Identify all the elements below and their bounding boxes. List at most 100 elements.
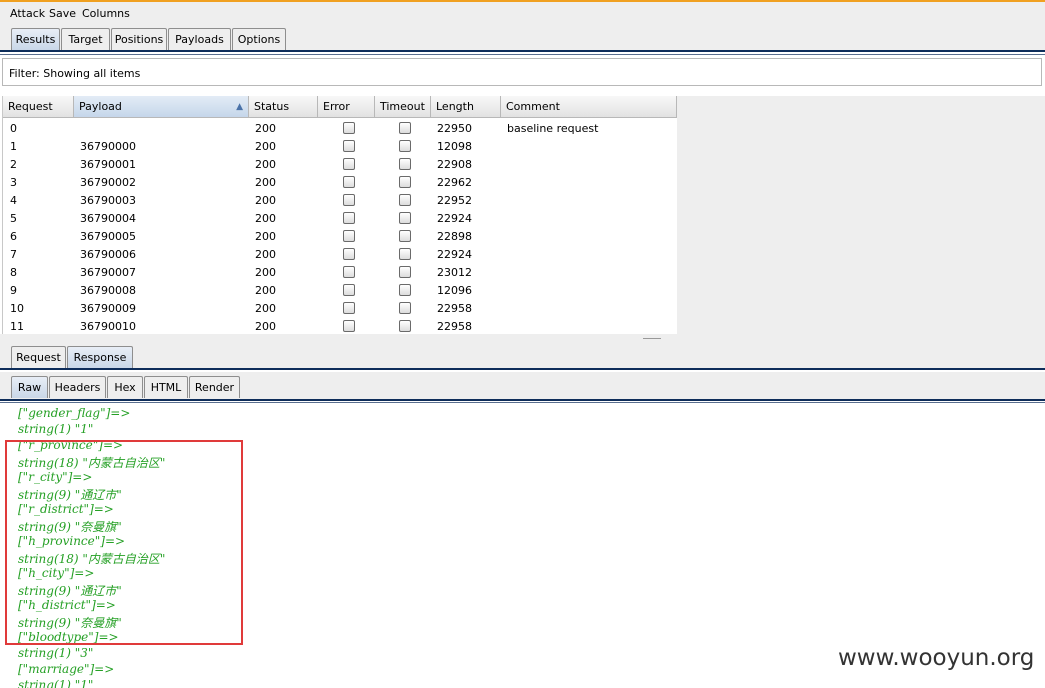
table-row[interactable]: 1 36790000 200 12098 [3, 137, 677, 155]
col-header-request[interactable]: Request [3, 96, 74, 118]
table-row[interactable]: 11 36790010 200 22958 [3, 317, 677, 335]
cell-error-checkbox [343, 176, 355, 188]
tab-headers[interactable]: Headers [49, 376, 106, 398]
col-header-payload[interactable]: Payload ▲ [74, 96, 249, 118]
tab-underline [0, 50, 1045, 52]
cell-payload: 36790002 [80, 176, 136, 189]
cell-request: 11 [10, 320, 24, 333]
tab-options[interactable]: Options [232, 28, 286, 50]
cell-request: 7 [10, 248, 17, 261]
cell-request: 6 [10, 230, 17, 243]
cell-error-checkbox [343, 212, 355, 224]
cell-timeout-checkbox [399, 212, 411, 224]
tab-hex[interactable]: Hex [107, 376, 143, 398]
watermark: www.wooyun.org [838, 645, 1035, 671]
cell-status: 200 [255, 122, 276, 135]
cell-status: 200 [255, 176, 276, 189]
cell-timeout-checkbox [399, 248, 411, 260]
tab-underline-secondary [0, 54, 1045, 55]
cell-timeout-checkbox [399, 194, 411, 206]
filter-bar[interactable]: Filter: Showing all items [2, 58, 1042, 86]
col-header-length[interactable]: Length [431, 96, 501, 118]
cell-payload: 36790001 [80, 158, 136, 171]
results-pane: Request Payload ▲ Status Error Timeout L… [2, 96, 1045, 334]
cell-status: 200 [255, 320, 276, 333]
tab-raw[interactable]: Raw [11, 376, 48, 398]
cell-timeout-checkbox [399, 284, 411, 296]
cell-timeout-checkbox [399, 302, 411, 314]
cell-length: 22958 [437, 302, 472, 315]
table-row[interactable]: 3 36790002 200 22962 [3, 173, 677, 191]
cell-error-checkbox [343, 248, 355, 260]
cell-request: 10 [10, 302, 24, 315]
cell-length: 22898 [437, 230, 472, 243]
cell-status: 200 [255, 194, 276, 207]
tab-target[interactable]: Target [61, 28, 110, 50]
col-header-timeout[interactable]: Timeout [375, 96, 431, 118]
menu-attack[interactable]: Attack [10, 7, 45, 20]
view-tab-underline [0, 399, 1045, 401]
table-row[interactable]: 7 36790006 200 22924 [3, 245, 677, 263]
req-resp-tab-bar: Request Response [0, 342, 1045, 370]
tab-html[interactable]: HTML [144, 376, 188, 398]
cell-error-checkbox [343, 320, 355, 332]
table-row[interactable]: 6 36790005 200 22898 [3, 227, 677, 245]
menu-columns[interactable]: Columns [82, 7, 130, 20]
table-row[interactable]: 10 36790009 200 22958 [3, 299, 677, 317]
tab-payloads[interactable]: Payloads [168, 28, 231, 50]
cell-payload: 36790004 [80, 212, 136, 225]
cell-payload: 36790010 [80, 320, 136, 333]
table-row[interactable]: 8 36790007 200 23012 [3, 263, 677, 281]
table-row[interactable]: 0 200 22950 baseline request [3, 119, 677, 137]
tab-request[interactable]: Request [11, 346, 66, 368]
cell-status: 200 [255, 302, 276, 315]
cell-status: 200 [255, 158, 276, 171]
table-row[interactable]: 9 36790008 200 12096 [3, 281, 677, 299]
cell-payload: 36790007 [80, 266, 136, 279]
cell-length: 22958 [437, 320, 472, 333]
cell-request: 4 [10, 194, 17, 207]
response-line: string(1) "3" [18, 646, 94, 660]
cell-status: 200 [255, 248, 276, 261]
sort-ascending-icon: ▲ [236, 102, 243, 112]
cell-status: 200 [255, 266, 276, 279]
cell-request: 2 [10, 158, 17, 171]
tab-render[interactable]: Render [189, 376, 240, 398]
highlight-box [5, 440, 243, 645]
response-line: ["marriage"]=> [18, 662, 115, 676]
cell-request: 8 [10, 266, 17, 279]
table-row[interactable]: 5 36790004 200 22924 [3, 209, 677, 227]
cell-timeout-checkbox [399, 122, 411, 134]
cell-comment: baseline request [507, 122, 599, 135]
cell-length: 23012 [437, 266, 472, 279]
response-line: ["gender_flag"]=> [18, 406, 131, 420]
cell-error-checkbox [343, 266, 355, 278]
cell-timeout-checkbox [399, 266, 411, 278]
cell-length: 12096 [437, 284, 472, 297]
cell-status: 200 [255, 230, 276, 243]
cell-request: 5 [10, 212, 17, 225]
tab-positions[interactable]: Positions [111, 28, 167, 50]
col-header-status[interactable]: Status [249, 96, 318, 118]
cell-status: 200 [255, 212, 276, 225]
tab-response[interactable]: Response [67, 346, 133, 368]
response-line: string(1) "1" [18, 678, 94, 688]
cell-payload: 36790006 [80, 248, 136, 261]
cell-timeout-checkbox [399, 140, 411, 152]
tab-results[interactable]: Results [11, 28, 60, 50]
cell-request: 0 [10, 122, 17, 135]
cell-payload: 36790000 [80, 140, 136, 153]
menu-save[interactable]: Save [49, 7, 76, 20]
cell-length: 22952 [437, 194, 472, 207]
cell-status: 200 [255, 284, 276, 297]
cell-error-checkbox [343, 158, 355, 170]
cell-payload: 36790009 [80, 302, 136, 315]
main-tab-bar: Results Target Positions Payloads Option… [0, 24, 1045, 52]
table-row[interactable]: 4 36790003 200 22952 [3, 191, 677, 209]
table-row[interactable]: 2 36790001 200 22908 [3, 155, 677, 173]
cell-error-checkbox [343, 122, 355, 134]
col-header-error[interactable]: Error [318, 96, 375, 118]
view-tab-bar: Raw Headers Hex HTML Render [0, 372, 1045, 400]
pane-splitter[interactable] [0, 334, 1045, 342]
col-header-comment[interactable]: Comment [501, 96, 677, 118]
